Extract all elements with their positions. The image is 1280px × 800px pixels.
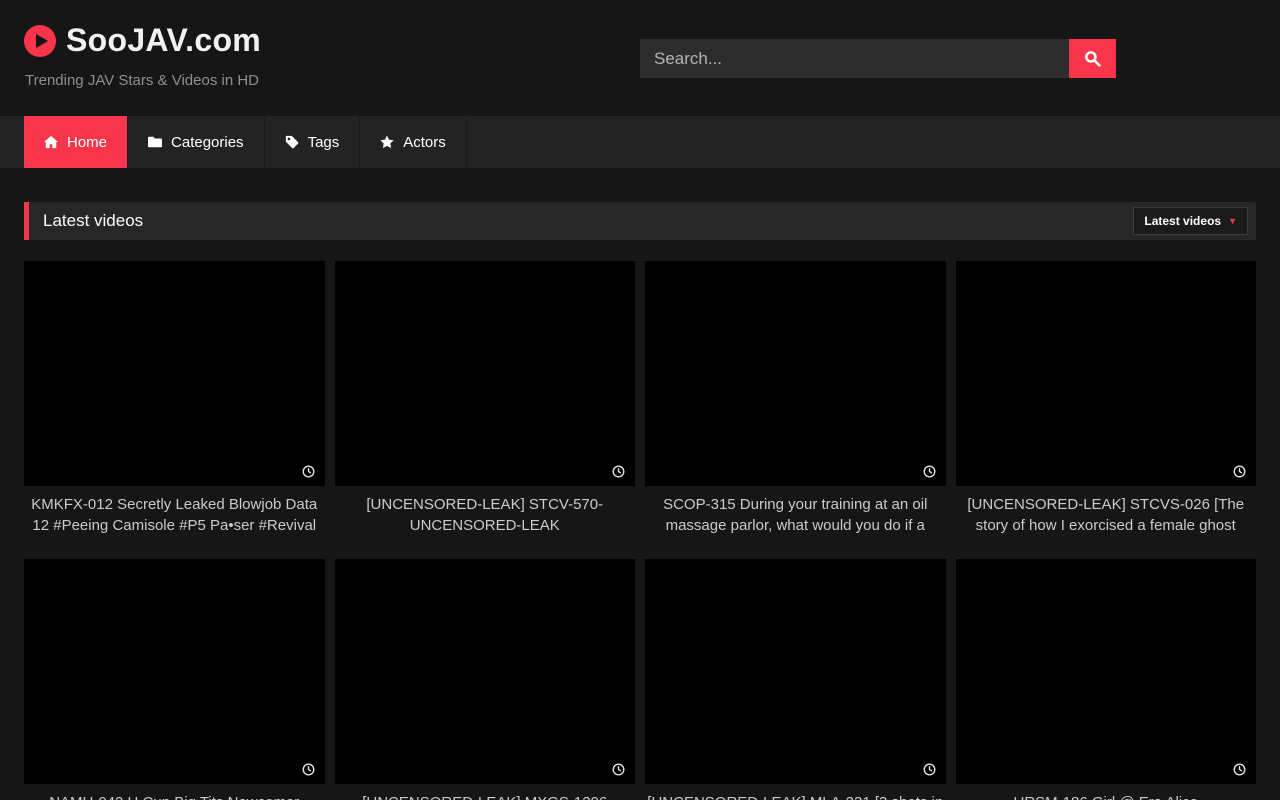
video-card[interactable]: SCOP-315 During your training at an oil … <box>645 261 946 537</box>
video-card[interactable]: URSM-186 Girl @ Era Alice <box>956 559 1257 800</box>
nav-tab-tags[interactable]: Tags <box>265 116 361 168</box>
clock-icon <box>1233 465 1246 478</box>
video-card[interactable]: [UNCENSORED-LEAK] STCVS-026 [The story o… <box>956 261 1257 537</box>
video-thumbnail[interactable] <box>956 261 1257 486</box>
video-thumbnail[interactable] <box>645 559 946 784</box>
video-thumbnail[interactable] <box>335 261 636 486</box>
nav-tab-label: Actors <box>403 134 446 151</box>
star-icon <box>380 135 394 149</box>
video-thumbnail[interactable] <box>645 261 946 486</box>
clock-icon <box>923 763 936 776</box>
nav-tab-label: Home <box>67 134 107 151</box>
section-title: Latest videos <box>43 211 143 231</box>
video-title[interactable]: URSM-186 Girl @ Era Alice <box>956 793 1257 800</box>
folder-icon <box>148 135 162 149</box>
page: SooJAV.com Trending JAV Stars & Videos i… <box>0 0 1280 800</box>
nav-tab-actors[interactable]: Actors <box>360 116 467 168</box>
site-logo[interactable]: SooJAV.com <box>24 22 261 59</box>
play-icon <box>24 25 56 57</box>
video-title[interactable]: NAMH-042 H Cup Big Tits Newcomer (170cm … <box>24 793 325 800</box>
search-icon <box>1084 50 1101 67</box>
video-grid: KMKFX-012 Secretly Leaked Blowjob Data 1… <box>24 261 1256 800</box>
clock-icon <box>612 465 625 478</box>
video-title[interactable]: [UNCENSORED-LEAK] MLA-231 [3 shots in <box>645 793 946 800</box>
clock-icon <box>612 763 625 776</box>
sort-label: Latest videos <box>1144 214 1221 228</box>
video-thumbnail[interactable] <box>24 559 325 784</box>
site-header: SooJAV.com Trending JAV Stars & Videos i… <box>0 0 1280 116</box>
home-icon <box>44 135 58 149</box>
section-header: Latest videos Latest videos ▼ <box>24 202 1256 240</box>
video-title[interactable]: [UNCENSORED-LEAK] MXGS-1296 Absolutely <box>335 793 636 800</box>
clock-icon <box>923 465 936 478</box>
sort-dropdown[interactable]: Latest videos ▼ <box>1133 207 1248 235</box>
clock-icon <box>1233 763 1246 776</box>
nav-tab-label: Tags <box>308 134 340 151</box>
video-thumbnail[interactable] <box>956 559 1257 784</box>
search-form <box>640 39 1116 78</box>
video-title[interactable]: SCOP-315 During your training at an oil … <box>645 495 946 537</box>
clock-icon <box>302 763 315 776</box>
site-tagline: Trending JAV Stars & Videos in HD <box>25 72 259 89</box>
site-title: SooJAV.com <box>66 22 261 59</box>
video-card[interactable]: NAMH-042 H Cup Big Tits Newcomer (170cm … <box>24 559 325 800</box>
search-button[interactable] <box>1069 39 1116 78</box>
nav-tab-home[interactable]: Home <box>24 116 128 168</box>
main-nav: Home Categories Tags Actors <box>0 116 1280 168</box>
nav-tab-categories[interactable]: Categories <box>128 116 265 168</box>
video-thumbnail[interactable] <box>24 261 325 486</box>
search-input[interactable] <box>640 39 1069 78</box>
video-card[interactable]: [UNCENSORED-LEAK] MXGS-1296 Absolutely <box>335 559 636 800</box>
clock-icon <box>302 465 315 478</box>
video-thumbnail[interactable] <box>335 559 636 784</box>
tag-icon <box>285 135 299 149</box>
nav-tab-label: Categories <box>171 134 244 151</box>
video-card[interactable]: KMKFX-012 Secretly Leaked Blowjob Data 1… <box>24 261 325 537</box>
video-title[interactable]: [UNCENSORED-LEAK] STCV-570-UNCENSORED-LE… <box>335 495 636 536</box>
caret-down-icon: ▼ <box>1228 217 1237 226</box>
video-title[interactable]: KMKFX-012 Secretly Leaked Blowjob Data 1… <box>24 495 325 537</box>
video-card[interactable]: [UNCENSORED-LEAK] STCV-570-UNCENSORED-LE… <box>335 261 636 537</box>
video-card[interactable]: [UNCENSORED-LEAK] MLA-231 [3 shots in <box>645 559 946 800</box>
main-content: Latest videos Latest videos ▼ KMKFX-012 … <box>0 202 1280 800</box>
video-title[interactable]: [UNCENSORED-LEAK] STCVS-026 [The story o… <box>956 495 1257 537</box>
nav-tabs: Home Categories Tags Actors <box>24 116 467 168</box>
